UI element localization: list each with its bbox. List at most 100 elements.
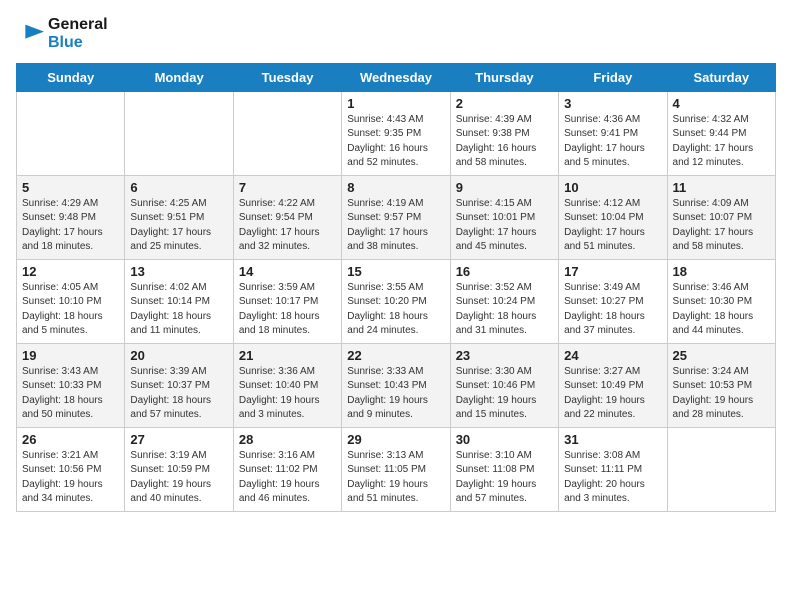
day-info: Sunrise: 4:02 AMSunset: 10:14 PMDaylight… — [130, 281, 227, 339]
day-info: Sunrise: 4:12 AMSunset: 10:04 PMDaylight… — [564, 197, 661, 255]
calendar-cell: 21 Sunrise: 3:36 AMSunset: 10:40 PMDaylig… — [233, 343, 341, 427]
calendar-cell: 15 Sunrise: 3:55 AMSunset: 10:20 PMDaylig… — [342, 259, 450, 343]
weekday-header-row: SundayMondayTuesdayWednesdayThursdayFrid… — [17, 63, 776, 91]
day-info: Sunrise: 3:10 AMSunset: 11:08 PMDaylight… — [456, 449, 553, 507]
day-number: 4 — [673, 96, 770, 111]
calendar-cell: 2 Sunrise: 4:39 AMSunset: 9:38 PMDaylight… — [450, 91, 558, 175]
day-info: Sunrise: 3:30 AMSunset: 10:46 PMDaylight… — [456, 365, 553, 423]
day-info: Sunrise: 4:32 AMSunset: 9:44 PMDaylight:… — [673, 113, 770, 171]
day-info: Sunrise: 4:25 AMSunset: 9:51 PMDaylight:… — [130, 197, 227, 255]
week-row-2: 12 Sunrise: 4:05 AMSunset: 10:10 PMDaylig… — [17, 259, 776, 343]
calendar: SundayMondayTuesdayWednesdayThursdayFrid… — [16, 63, 776, 512]
day-number: 9 — [456, 180, 553, 195]
calendar-cell — [667, 427, 775, 511]
day-number: 31 — [564, 432, 661, 447]
day-number: 24 — [564, 348, 661, 363]
day-number: 7 — [239, 180, 336, 195]
calendar-cell: 27 Sunrise: 3:19 AMSunset: 10:59 PMDaylig… — [125, 427, 233, 511]
calendar-cell: 17 Sunrise: 3:49 AMSunset: 10:27 PMDaylig… — [559, 259, 667, 343]
day-info: Sunrise: 4:29 AMSunset: 9:48 PMDaylight:… — [22, 197, 119, 255]
day-info: Sunrise: 4:09 AMSunset: 10:07 PMDaylight… — [673, 197, 770, 255]
calendar-cell: 20Sunrise: 3:39 AMSunset: 10:37 PMDaylig… — [125, 343, 233, 427]
day-info: Sunrise: 4:43 AMSunset: 9:35 PMDaylight:… — [347, 113, 444, 171]
day-info: Sunrise: 3:49 AMSunset: 10:27 PMDaylight… — [564, 281, 661, 339]
calendar-cell: 31 Sunrise: 3:08 AMSunset: 11:11 PMDaylig… — [559, 427, 667, 511]
weekday-header-sunday: Sunday — [17, 63, 125, 91]
day-number: 29 — [347, 432, 444, 447]
day-number: 28 — [239, 432, 336, 447]
calendar-cell: 22 Sunrise: 3:33 AMSunset: 10:43 PMDaylig… — [342, 343, 450, 427]
day-number: 23 — [456, 348, 553, 363]
day-info: Sunrise: 4:22 AMSunset: 9:54 PMDaylight:… — [239, 197, 336, 255]
day-number: 18 — [673, 264, 770, 279]
day-number: 22 — [347, 348, 444, 363]
calendar-cell: 25 Sunrise: 3:24 AMSunset: 10:53 PMDaylig… — [667, 343, 775, 427]
day-number: 3 — [564, 96, 661, 111]
week-row-4: 26 Sunrise: 3:21 AMSunset: 10:56 PMDaylig… — [17, 427, 776, 511]
day-number: 13 — [130, 264, 227, 279]
day-number: 5 — [22, 180, 119, 195]
weekday-header-thursday: Thursday — [450, 63, 558, 91]
day-number: 17 — [564, 264, 661, 279]
day-info: Sunrise: 3:46 AMSunset: 10:30 PMDaylight… — [673, 281, 770, 339]
calendar-cell: 4 Sunrise: 4:32 AMSunset: 9:44 PMDaylight… — [667, 91, 775, 175]
day-number: 6 — [130, 180, 227, 195]
calendar-cell: 7 Sunrise: 4:22 AMSunset: 9:54 PMDaylight… — [233, 175, 341, 259]
calendar-cell: 10 Sunrise: 4:12 AMSunset: 10:04 PMDaylig… — [559, 175, 667, 259]
day-number: 11 — [673, 180, 770, 195]
calendar-cell: 30 Sunrise: 3:10 AMSunset: 11:08 PMDaylig… — [450, 427, 558, 511]
day-info: Sunrise: 4:15 AMSunset: 10:01 PMDaylight… — [456, 197, 553, 255]
day-info: Sunrise: 3:24 AMSunset: 10:53 PMDaylight… — [673, 365, 770, 423]
day-info: Sunrise: 3:33 AMSunset: 10:43 PMDaylight… — [347, 365, 444, 423]
calendar-cell: 24 Sunrise: 3:27 AMSunset: 10:49 PMDaylig… — [559, 343, 667, 427]
calendar-cell: 8 Sunrise: 4:19 AMSunset: 9:57 PMDaylight… — [342, 175, 450, 259]
logo: GeneralBlue — [16, 16, 108, 53]
calendar-cell: 19Sunrise: 3:43 AMSunset: 10:33 PMDaylig… — [17, 343, 125, 427]
day-number: 12 — [22, 264, 119, 279]
day-info: Sunrise: 3:16 AMSunset: 11:02 PMDaylight… — [239, 449, 336, 507]
day-info: Sunrise: 3:36 AMSunset: 10:40 PMDaylight… — [239, 365, 336, 423]
day-info: Sunrise: 4:39 AMSunset: 9:38 PMDaylight:… — [456, 113, 553, 171]
day-number: 27 — [130, 432, 227, 447]
day-number: 2 — [456, 96, 553, 111]
logo-general: General — [48, 16, 108, 34]
day-number: 21 — [239, 348, 336, 363]
day-number: 26 — [22, 432, 119, 447]
day-info: Sunrise: 4:36 AMSunset: 9:41 PMDaylight:… — [564, 113, 661, 171]
logo-blue: Blue — [48, 34, 108, 52]
day-info: Sunrise: 3:13 AMSunset: 11:05 PMDaylight… — [347, 449, 444, 507]
day-info: Sunrise: 3:59 AMSunset: 10:17 PMDaylight… — [239, 281, 336, 339]
day-info: Sunrise: 3:52 AMSunset: 10:24 PMDaylight… — [456, 281, 553, 339]
calendar-cell: 18 Sunrise: 3:46 AMSunset: 10:30 PMDaylig… — [667, 259, 775, 343]
weekday-header-wednesday: Wednesday — [342, 63, 450, 91]
logo-bird-icon — [16, 20, 44, 48]
calendar-cell: 5 Sunrise: 4:29 AMSunset: 9:48 PMDaylight… — [17, 175, 125, 259]
calendar-cell — [125, 91, 233, 175]
day-number: 1 — [347, 96, 444, 111]
day-info: Sunrise: 3:08 AMSunset: 11:11 PMDaylight… — [564, 449, 661, 507]
week-row-0: 1 Sunrise: 4:43 AMSunset: 9:35 PMDaylight… — [17, 91, 776, 175]
day-number: 14 — [239, 264, 336, 279]
weekday-header-tuesday: Tuesday — [233, 63, 341, 91]
day-info: Sunrise: 3:27 AMSunset: 10:49 PMDaylight… — [564, 365, 661, 423]
calendar-cell: 16Sunrise: 3:52 AMSunset: 10:24 PMDaylig… — [450, 259, 558, 343]
calendar-cell: 9 Sunrise: 4:15 AMSunset: 10:01 PMDayligh… — [450, 175, 558, 259]
day-info: Sunrise: 3:19 AMSunset: 10:59 PMDaylight… — [130, 449, 227, 507]
day-number: 30 — [456, 432, 553, 447]
day-info: Sunrise: 3:55 AMSunset: 10:20 PMDaylight… — [347, 281, 444, 339]
calendar-cell: 14 Sunrise: 3:59 AMSunset: 10:17 PMDaylig… — [233, 259, 341, 343]
calendar-cell — [17, 91, 125, 175]
weekday-header-saturday: Saturday — [667, 63, 775, 91]
day-number: 10 — [564, 180, 661, 195]
day-number: 8 — [347, 180, 444, 195]
calendar-cell: 3 Sunrise: 4:36 AMSunset: 9:41 PMDaylight… — [559, 91, 667, 175]
calendar-cell: 12 Sunrise: 4:05 AMSunset: 10:10 PMDaylig… — [17, 259, 125, 343]
day-info: Sunrise: 4:05 AMSunset: 10:10 PMDaylight… — [22, 281, 119, 339]
calendar-cell: 29 Sunrise: 3:13 AMSunset: 11:05 PMDaylig… — [342, 427, 450, 511]
calendar-cell: 26 Sunrise: 3:21 AMSunset: 10:56 PMDaylig… — [17, 427, 125, 511]
day-number: 20 — [130, 348, 227, 363]
day-number: 15 — [347, 264, 444, 279]
day-info: Sunrise: 4:19 AMSunset: 9:57 PMDaylight:… — [347, 197, 444, 255]
day-number: 25 — [673, 348, 770, 363]
day-info: Sunrise: 3:21 AMSunset: 10:56 PMDaylight… — [22, 449, 119, 507]
